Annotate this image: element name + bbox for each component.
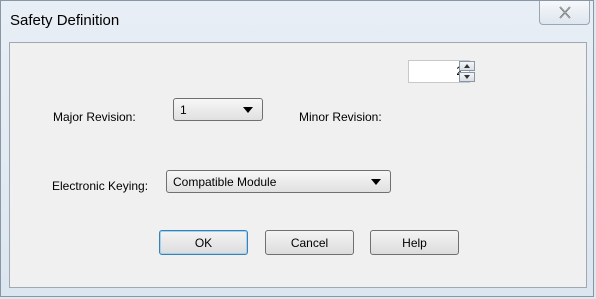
minor-revision-spinner [459, 61, 475, 82]
electronic-keying-dropdown[interactable]: Compatible Module [166, 170, 391, 193]
ok-button[interactable]: OK [159, 230, 248, 255]
close-button[interactable] [539, 1, 590, 25]
major-revision-label: Major Revision: [53, 110, 136, 124]
dropdown-arrow-icon [371, 178, 381, 185]
spin-down-icon [464, 75, 470, 79]
help-button[interactable]: Help [370, 230, 459, 255]
spin-down-button[interactable] [459, 72, 475, 82]
major-revision-dropdown[interactable]: 1 [173, 98, 263, 121]
major-revision-value: 1 [180, 102, 187, 117]
cancel-button[interactable]: Cancel [265, 230, 354, 255]
spin-up-button[interactable] [459, 61, 475, 71]
dropdown-arrow-icon [243, 106, 253, 113]
spin-up-icon [464, 64, 470, 68]
close-x-icon [558, 6, 571, 19]
electronic-keying-label: Electronic Keying: [52, 179, 149, 193]
safety-definition-dialog: Safety Definition Major Revision: 1 Mino… [0, 0, 594, 297]
minor-revision-label: Minor Revision: [299, 110, 382, 124]
electronic-keying-value: Compatible Module [173, 174, 277, 189]
dialog-title: Safety Definition [10, 12, 120, 29]
